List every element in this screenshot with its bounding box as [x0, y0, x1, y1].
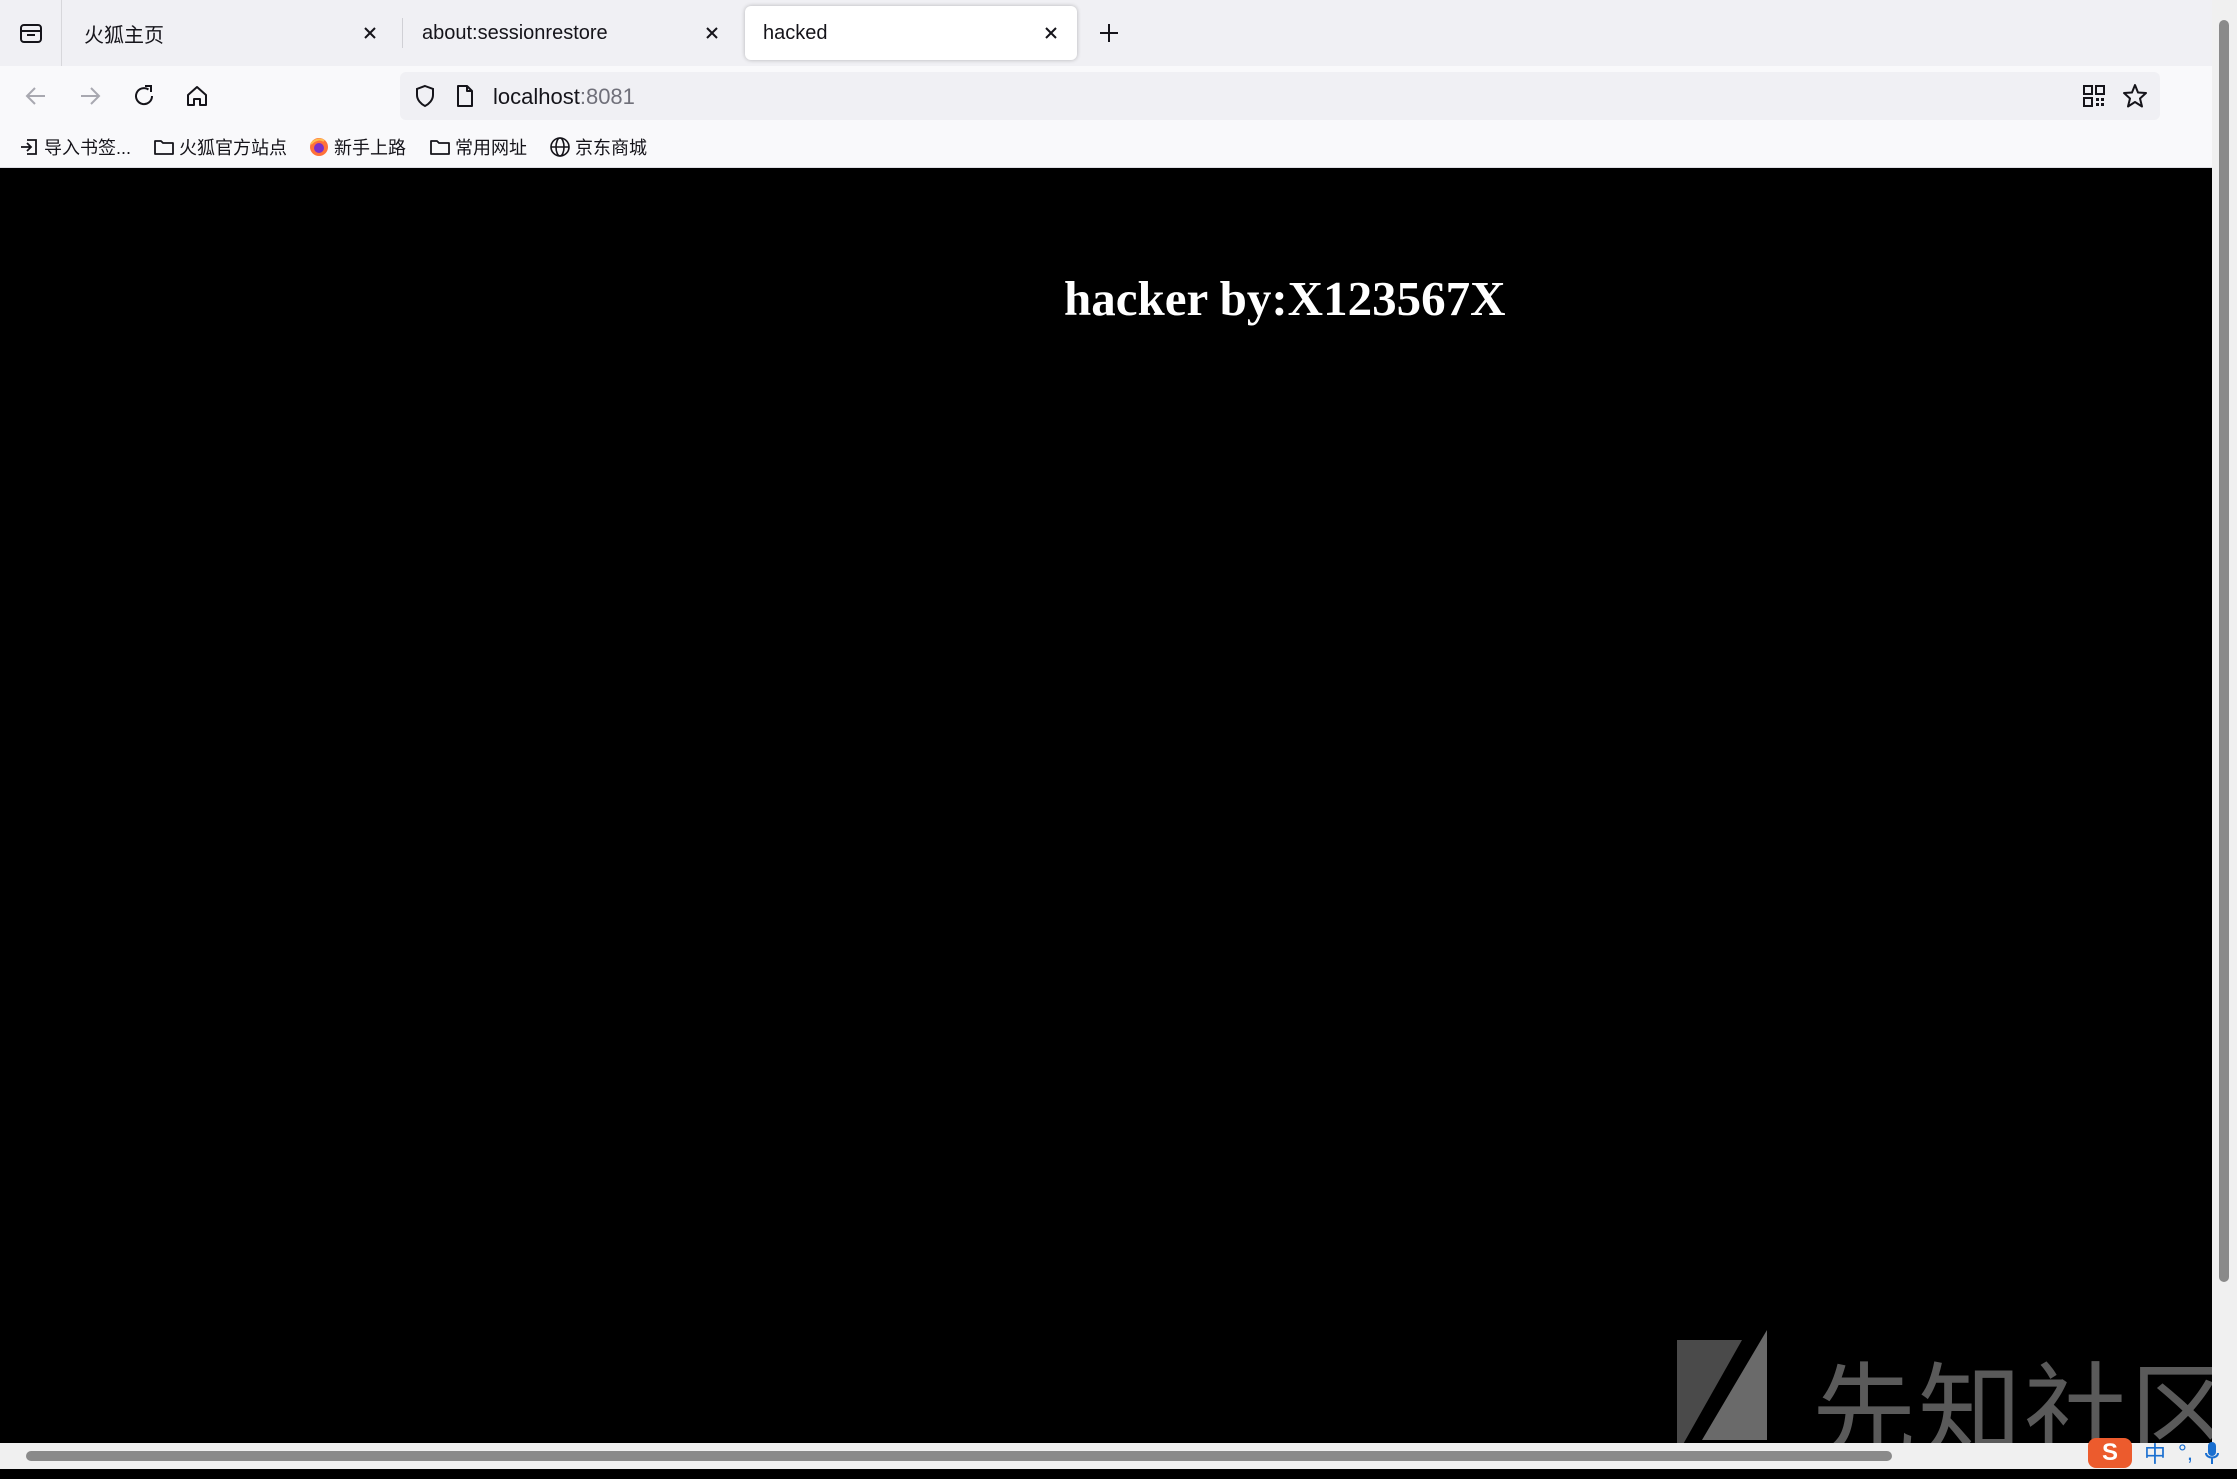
tab-strip: 火狐主页 about:sessionrestore hacked: [0, 0, 2237, 66]
vertical-scrollbar[interactable]: [2212, 0, 2237, 1469]
navigation-toolbar: localhost:8081: [0, 66, 2237, 126]
tab-firefox-home[interactable]: 火狐主页: [66, 6, 396, 60]
sogou-ime-icon[interactable]: S: [2088, 1437, 2132, 1468]
import-icon: [18, 136, 40, 158]
tab-label: hacked: [763, 21, 828, 44]
ime-toolbar[interactable]: S 中 °,: [2088, 1436, 2219, 1469]
folder-icon: [153, 136, 175, 158]
page-content: hacker by:X123567X: [0, 168, 2212, 1443]
tab-hacked[interactable]: hacked: [745, 6, 1077, 60]
folder-icon: [429, 136, 451, 158]
close-icon[interactable]: [700, 21, 724, 45]
bookmark-label: 火狐官方站点: [179, 138, 287, 158]
close-icon[interactable]: [1039, 21, 1063, 45]
page-icon[interactable]: [452, 83, 478, 109]
ime-mode[interactable]: 中: [2144, 1437, 2166, 1469]
tab-label: 火狐主页: [84, 24, 164, 47]
reload-icon: [135, 85, 154, 106]
shield-icon[interactable]: [412, 83, 438, 109]
home-button[interactable]: [180, 79, 214, 113]
firefox-icon: [308, 136, 330, 158]
bookmark-jd[interactable]: 京东商城: [549, 134, 647, 160]
qr-code-icon[interactable]: [2081, 83, 2107, 109]
tab-label: about:sessionrestore: [422, 21, 608, 44]
ime-punct[interactable]: °,: [2178, 1440, 2193, 1466]
address-bar[interactable]: localhost:8081: [400, 72, 2160, 120]
bookmark-label: 导入书签...: [44, 138, 132, 158]
forward-button[interactable]: [73, 79, 107, 113]
new-tab-button[interactable]: [1092, 16, 1126, 50]
scrollbar-thumb[interactable]: [2219, 20, 2229, 1282]
bookmark-getting-started[interactable]: 新手上路: [308, 134, 406, 160]
bookmark-common-sites[interactable]: 常用网址: [429, 134, 527, 160]
home-icon: [187, 86, 207, 106]
reload-button[interactable]: [127, 79, 161, 113]
back-button[interactable]: [19, 79, 53, 113]
bookmark-import[interactable]: 导入书签...: [18, 134, 131, 160]
plus-icon: [1100, 24, 1118, 42]
tab-session-restore[interactable]: about:sessionrestore: [404, 6, 738, 60]
bookmark-label: 常用网址: [455, 138, 527, 158]
url-port: :8081: [579, 84, 635, 109]
bookmark-firefox-official[interactable]: 火狐官方站点: [153, 134, 287, 160]
tab-list-icon: [19, 24, 42, 43]
arrow-right-icon: [81, 87, 101, 105]
url-host: localhost: [493, 84, 580, 109]
page-heading: hacker by:X123567X: [1064, 271, 1506, 326]
bookmark-label: 京东商城: [575, 138, 647, 158]
url-text[interactable]: localhost:8081: [493, 84, 635, 110]
arrow-left-icon: [25, 87, 45, 105]
watermark-logo: [1677, 1330, 1767, 1455]
horizontal-scrollbar[interactable]: [0, 1443, 2212, 1469]
tab-separator: [402, 18, 403, 48]
globe-icon: [549, 136, 571, 158]
bookmarks-toolbar: 导入书签... 火狐官方站点 新手上路 常用网址 京东商城: [0, 126, 2237, 168]
close-icon[interactable]: [358, 21, 382, 45]
bookmark-label: 新手上路: [334, 138, 406, 158]
microphone-icon[interactable]: [2204, 1441, 2219, 1465]
scrollbar-thumb[interactable]: [26, 1451, 1892, 1461]
bookmark-star-icon[interactable]: [2122, 83, 2148, 109]
list-all-tabs-button[interactable]: [0, 0, 62, 66]
